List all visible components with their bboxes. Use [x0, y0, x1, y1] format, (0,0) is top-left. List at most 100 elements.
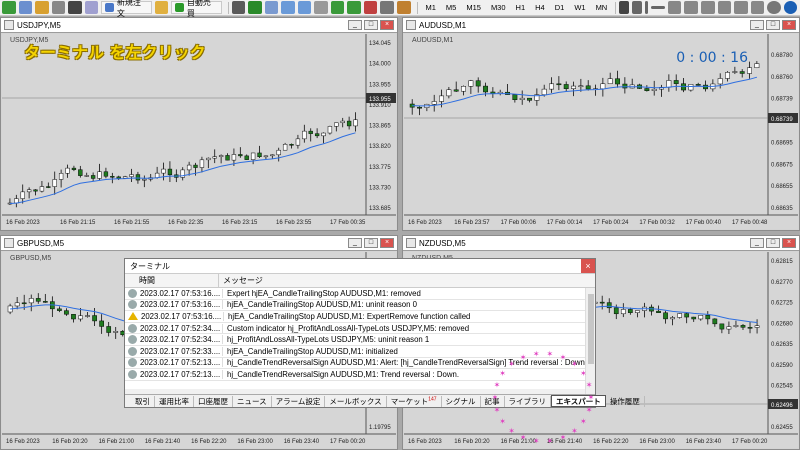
log-row[interactable]: 2023.02.17 07:53:16.... hjEA_CandleTraili… — [125, 299, 595, 312]
candle-body — [206, 157, 211, 161]
candle-body — [167, 168, 173, 176]
label-icon[interactable] — [734, 1, 748, 14]
log-row[interactable]: 2023.02.17 07:52:34.... hj_ProfitAndLossA… — [125, 334, 595, 346]
chart-canvas[interactable]: 134.045134.000133.955133.910133.865133.8… — [2, 34, 396, 229]
close-button[interactable]: × — [782, 238, 796, 248]
terminal-tab-4[interactable]: アラーム設定 — [272, 395, 326, 407]
price-tick-label: 1.19795 — [369, 425, 391, 431]
price-tick-label: 0.62635 — [771, 342, 793, 348]
close-button[interactable]: × — [782, 20, 796, 30]
terminal-tab-5[interactable]: メールボックス — [325, 395, 387, 407]
candle-body — [85, 315, 90, 317]
candle-body — [327, 126, 333, 134]
text-icon[interactable] — [717, 1, 732, 14]
timeframe-w1[interactable]: W1 — [574, 3, 585, 12]
tester-icon[interactable] — [84, 1, 99, 14]
vertical-line-icon[interactable] — [644, 1, 649, 14]
log-row[interactable]: 2023.02.17 07:53:16.... hjEA_CandleTraili… — [125, 311, 595, 323]
terminal-tab-2[interactable]: 口座履歴 — [194, 395, 233, 407]
candle-body — [142, 178, 147, 181]
search-icon[interactable] — [767, 1, 781, 14]
terminal-tab-7[interactable]: シグナル — [442, 395, 481, 407]
column-header-message[interactable]: メッセージ — [219, 275, 595, 286]
highlight-star: ✶ — [560, 433, 567, 442]
help-icon[interactable] — [783, 1, 798, 14]
timeframe-m30[interactable]: M30 — [491, 3, 506, 12]
price-tick-label: 0.62680 — [771, 321, 793, 327]
profiles-icon[interactable] — [18, 1, 33, 14]
candle-body — [600, 83, 606, 90]
arrows-icon[interactable] — [750, 1, 765, 14]
time-tick-label: 17 Feb 00:14 — [547, 220, 583, 226]
autoscroll-icon[interactable] — [330, 1, 345, 14]
minimize-button[interactable]: _ — [750, 238, 764, 248]
chart-area[interactable]: AUDUSD,M1 0 : 00 : 16 0.68780 0.68760 0.68… — [404, 34, 798, 229]
line-chart-icon[interactable] — [264, 1, 279, 14]
trendline-icon[interactable] — [667, 1, 682, 14]
time-tick-label: 16 Feb 22:35 — [168, 220, 204, 226]
column-header-time[interactable]: 時間 — [125, 274, 219, 287]
price-tick-label: 0.68675 — [771, 162, 793, 168]
channel-icon[interactable] — [684, 1, 698, 14]
terminal-tab-1[interactable]: 運用比率 — [155, 395, 194, 407]
navigator-icon[interactable] — [51, 1, 66, 14]
candle-body — [725, 72, 730, 79]
time-tick-label: 16 Feb 22:20 — [593, 439, 629, 445]
periods-icon[interactable] — [380, 1, 394, 14]
auto-trade-button[interactable]: 自動売買 — [171, 0, 222, 18]
chart-area[interactable]: USDJPY,M5 ターミナル を左クリック 134.045 134.000 133… — [2, 34, 396, 229]
highlight-star: ✶ — [533, 350, 540, 358]
chart-window-icon — [406, 20, 416, 30]
zoom-in-icon[interactable] — [281, 1, 295, 14]
candle-body — [244, 155, 249, 160]
fibonacci-icon[interactable] — [700, 1, 715, 14]
horizontal-line-icon[interactable] — [651, 6, 665, 9]
candle-body — [90, 175, 96, 179]
close-button[interactable]: × — [380, 20, 394, 30]
minimize-button[interactable]: _ — [750, 20, 764, 30]
chart-window-usdjpy[interactable]: USDJPY,M5 _ □ × USDJPY,M5 ターミナル を左クリック 134… — [0, 17, 398, 231]
chart-canvas[interactable]: 0.687800.687600.687390.687200.686950.686… — [404, 34, 798, 229]
terminal-tab-6[interactable]: マーケット147 — [387, 395, 442, 407]
maximize-button[interactable]: □ — [766, 20, 780, 30]
minimize-button[interactable]: _ — [348, 20, 362, 30]
log-row[interactable]: 2023.02.17 07:52:34.... Custom indicator … — [125, 322, 595, 335]
new-chart-icon[interactable] — [2, 1, 16, 14]
timeframe-h1[interactable]: H1 — [516, 3, 526, 12]
minimize-button[interactable]: _ — [348, 238, 362, 248]
maximize-button[interactable]: □ — [364, 238, 378, 248]
metaeditor-icon[interactable] — [154, 1, 169, 14]
timeframe-d1[interactable]: D1 — [555, 3, 565, 12]
maximize-button[interactable]: □ — [766, 238, 780, 248]
candle-body — [106, 326, 112, 333]
terminal-icon[interactable] — [68, 1, 82, 14]
terminal-tab-3[interactable]: ニュース — [233, 395, 272, 407]
close-button[interactable]: × — [380, 238, 394, 248]
indicators-icon[interactable] — [363, 1, 378, 14]
chart-shift-icon[interactable] — [347, 1, 361, 14]
timeframe-m15[interactable]: M15 — [466, 3, 481, 12]
timeframe-m5[interactable]: M5 — [446, 3, 456, 12]
timeframe-mn[interactable]: MN — [596, 3, 608, 12]
candle-body — [747, 67, 752, 74]
tile-windows-icon[interactable] — [314, 1, 328, 14]
zoom-out-icon[interactable] — [297, 1, 312, 14]
log-row[interactable]: 2023.02.17 07:53:16.... Expert hjEA_Candl… — [125, 288, 595, 300]
cursor-icon[interactable] — [619, 1, 629, 14]
timeframe-m1[interactable]: M1 — [426, 3, 436, 12]
bar-chart-icon[interactable] — [231, 1, 246, 14]
log-time: 2023.02.17 07:52:13.... — [140, 358, 221, 368]
candle-chart-icon[interactable] — [248, 1, 262, 14]
templates-icon[interactable] — [397, 1, 411, 14]
new-order-button[interactable]: 新規注文 — [101, 0, 152, 18]
chart-window-audusd[interactable]: AUDUSD,M1 _ □ × AUDUSD,M1 0 : 00 : 16 0.68… — [402, 17, 800, 231]
terminal-close-button[interactable]: × — [581, 259, 595, 273]
log-time: 2023.02.17 07:53:16.... — [141, 311, 222, 321]
crosshair-icon[interactable] — [631, 1, 642, 14]
timeframe-h4[interactable]: H4 — [535, 3, 545, 12]
market-watch-icon[interactable] — [35, 1, 49, 14]
maximize-button[interactable]: □ — [364, 20, 378, 30]
terminal-tab-11[interactable]: 操作履歴 — [606, 395, 645, 407]
terminal-tab-0[interactable]: 取引 — [131, 395, 155, 407]
candle-body — [282, 144, 288, 151]
